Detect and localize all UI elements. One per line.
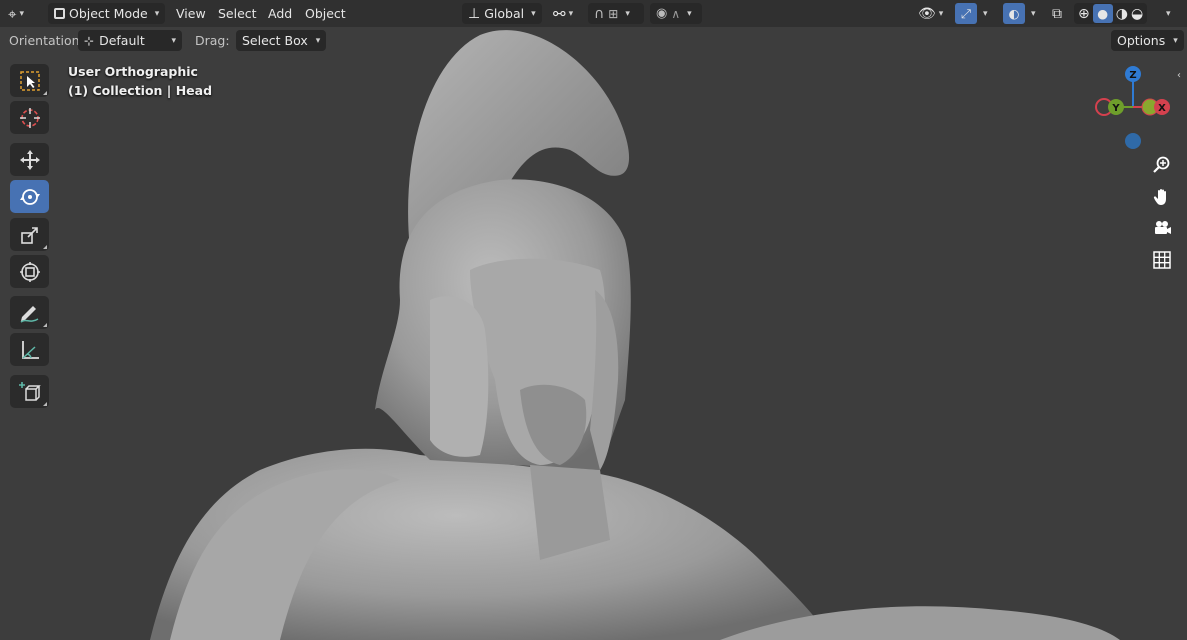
- pivot-point-button[interactable]: ⚯ ▾: [553, 3, 573, 24]
- menu-object[interactable]: Object: [298, 3, 353, 24]
- chevron-down-icon: ▾: [1173, 35, 1178, 46]
- drag-dropdown[interactable]: Select Box ▾: [236, 30, 327, 51]
- chevron-down-icon: ▾: [171, 35, 176, 46]
- chevron-down-icon: ▾: [625, 8, 630, 19]
- chevron-down-icon: ▾: [1166, 8, 1171, 19]
- gizmo-icon: ⤢: [955, 3, 977, 24]
- transform-tool[interactable]: [10, 255, 49, 288]
- overlays-icon: ◐: [1003, 3, 1025, 24]
- scale-tool[interactable]: [10, 218, 49, 251]
- chevron-down-icon: ▾: [938, 8, 944, 19]
- annotate-tool[interactable]: [10, 296, 49, 329]
- add-cube-tool[interactable]: [10, 375, 49, 408]
- pan-hand-icon: [1153, 189, 1166, 205]
- chevron-down-icon: ▾: [154, 8, 160, 19]
- shading-mode-group: ⊕ ● ◑ ◒: [1074, 3, 1148, 24]
- zoom-button[interactable]: [1148, 151, 1176, 179]
- chevron-down-icon: ▾: [1031, 8, 1036, 19]
- collection-info: (1) Collection | Head: [68, 83, 213, 98]
- ortho-toggle-button[interactable]: [1148, 246, 1176, 274]
- orientation-label: Orientation:: [9, 33, 84, 48]
- object-mode-icon: [54, 8, 65, 19]
- chevron-down-icon: ▾: [531, 8, 536, 19]
- pivot-icon: ⚯: [553, 4, 566, 23]
- gizmo-toggle[interactable]: ⤢ ▾: [955, 3, 988, 24]
- cursor-icon: [19, 107, 40, 128]
- chevron-down-icon: ▾: [19, 8, 24, 19]
- falloff-curve-icon: ∧: [671, 6, 681, 21]
- grid-icon: [1153, 251, 1171, 269]
- options-label: Options: [1117, 33, 1166, 48]
- orientation-axes-icon: ⊥: [468, 5, 481, 22]
- drag-label: Drag:: [195, 33, 230, 48]
- overlays-toggle[interactable]: ◐ ▾: [1003, 3, 1036, 24]
- solid-shading-icon[interactable]: ●: [1092, 4, 1113, 23]
- eye-icon: 👁: [918, 5, 936, 22]
- add-cube-icon: [18, 381, 41, 401]
- axis-editor-icon: ⌖: [8, 4, 17, 23]
- rotate-icon: [19, 188, 40, 205]
- select-box-icon: [19, 70, 40, 91]
- gizmo-z-label: Z: [1129, 70, 1136, 81]
- editor-type-button[interactable]: ⌖ ▾: [8, 3, 24, 24]
- menu-view[interactable]: View: [169, 3, 213, 24]
- visibility-button[interactable]: 👁 ▾: [918, 3, 943, 24]
- camera-icon: [1155, 221, 1171, 234]
- navigation-gizmo[interactable]: Z Y X: [1090, 60, 1180, 155]
- gizmo-x-label: X: [1158, 103, 1166, 114]
- chevron-down-icon: ▾: [315, 35, 321, 46]
- scale-icon: [20, 226, 38, 244]
- mode-label: Object Mode: [69, 6, 148, 21]
- transform-orientation-dropdown[interactable]: ⊥ Global ▾: [462, 3, 542, 24]
- rotate-tool[interactable]: [10, 180, 49, 213]
- wireframe-shading-icon[interactable]: ⊕: [1078, 6, 1090, 22]
- shading-options-button[interactable]: ▾: [1163, 3, 1171, 24]
- tool-settings-bar: Orientation: ⊹ Default ▾ Drag: Select Bo…: [0, 27, 1187, 54]
- chevron-down-icon: ▾: [568, 8, 574, 19]
- proportional-edit-icon: ◉: [656, 6, 668, 21]
- options-dropdown[interactable]: Options ▾: [1111, 30, 1184, 51]
- camera-view-button[interactable]: [1148, 214, 1176, 242]
- rendered-shading-icon[interactable]: ◒: [1131, 6, 1143, 22]
- xray-icon: ⧉: [1052, 5, 1062, 22]
- gizmo-y-label: Y: [1111, 103, 1120, 114]
- snap-toggle[interactable]: ∩ ⊞ ▾: [588, 3, 644, 24]
- measure-tool[interactable]: [10, 333, 49, 366]
- magnet-icon: ∩: [594, 5, 605, 22]
- material-shading-icon[interactable]: ◑: [1116, 6, 1128, 22]
- view-name: User Orthographic: [68, 64, 198, 79]
- chevron-down-icon: ▾: [687, 8, 692, 19]
- xray-toggle[interactable]: ⧉: [1052, 3, 1062, 24]
- transform-orientation-label: Global: [484, 6, 525, 21]
- pan-button[interactable]: [1148, 183, 1176, 211]
- move-icon: [19, 149, 40, 170]
- proportional-edit-toggle[interactable]: ◉ ∧ ▾: [650, 3, 702, 24]
- chevron-down-icon: ▾: [983, 8, 988, 19]
- cursor-tool[interactable]: [10, 101, 49, 134]
- move-tool[interactable]: [10, 143, 49, 176]
- mode-dropdown[interactable]: Object Mode ▾: [48, 3, 166, 24]
- sidebar-toggle-arrow[interactable]: ‹: [1177, 70, 1181, 81]
- menu-add[interactable]: Add: [261, 3, 299, 24]
- annotate-icon: [20, 305, 38, 323]
- header-bar: ⌖ ▾ Object Mode ▾ View Select Add Object …: [0, 0, 1187, 27]
- measure-icon: [21, 340, 39, 359]
- gizmo-neg-z: [1125, 133, 1141, 149]
- menu-select[interactable]: Select: [211, 3, 264, 24]
- transform-icon: [19, 261, 40, 282]
- orientation-axes-icon: ⊹: [84, 33, 95, 48]
- orientation-value: Default: [99, 33, 145, 48]
- drag-value: Select Box: [242, 33, 308, 48]
- orientation-dropdown[interactable]: ⊹ Default ▾: [78, 30, 182, 51]
- select-box-tool[interactable]: [10, 64, 49, 97]
- zoom-icon: [1153, 156, 1170, 173]
- snap-increment-icon: ⊞: [608, 6, 619, 21]
